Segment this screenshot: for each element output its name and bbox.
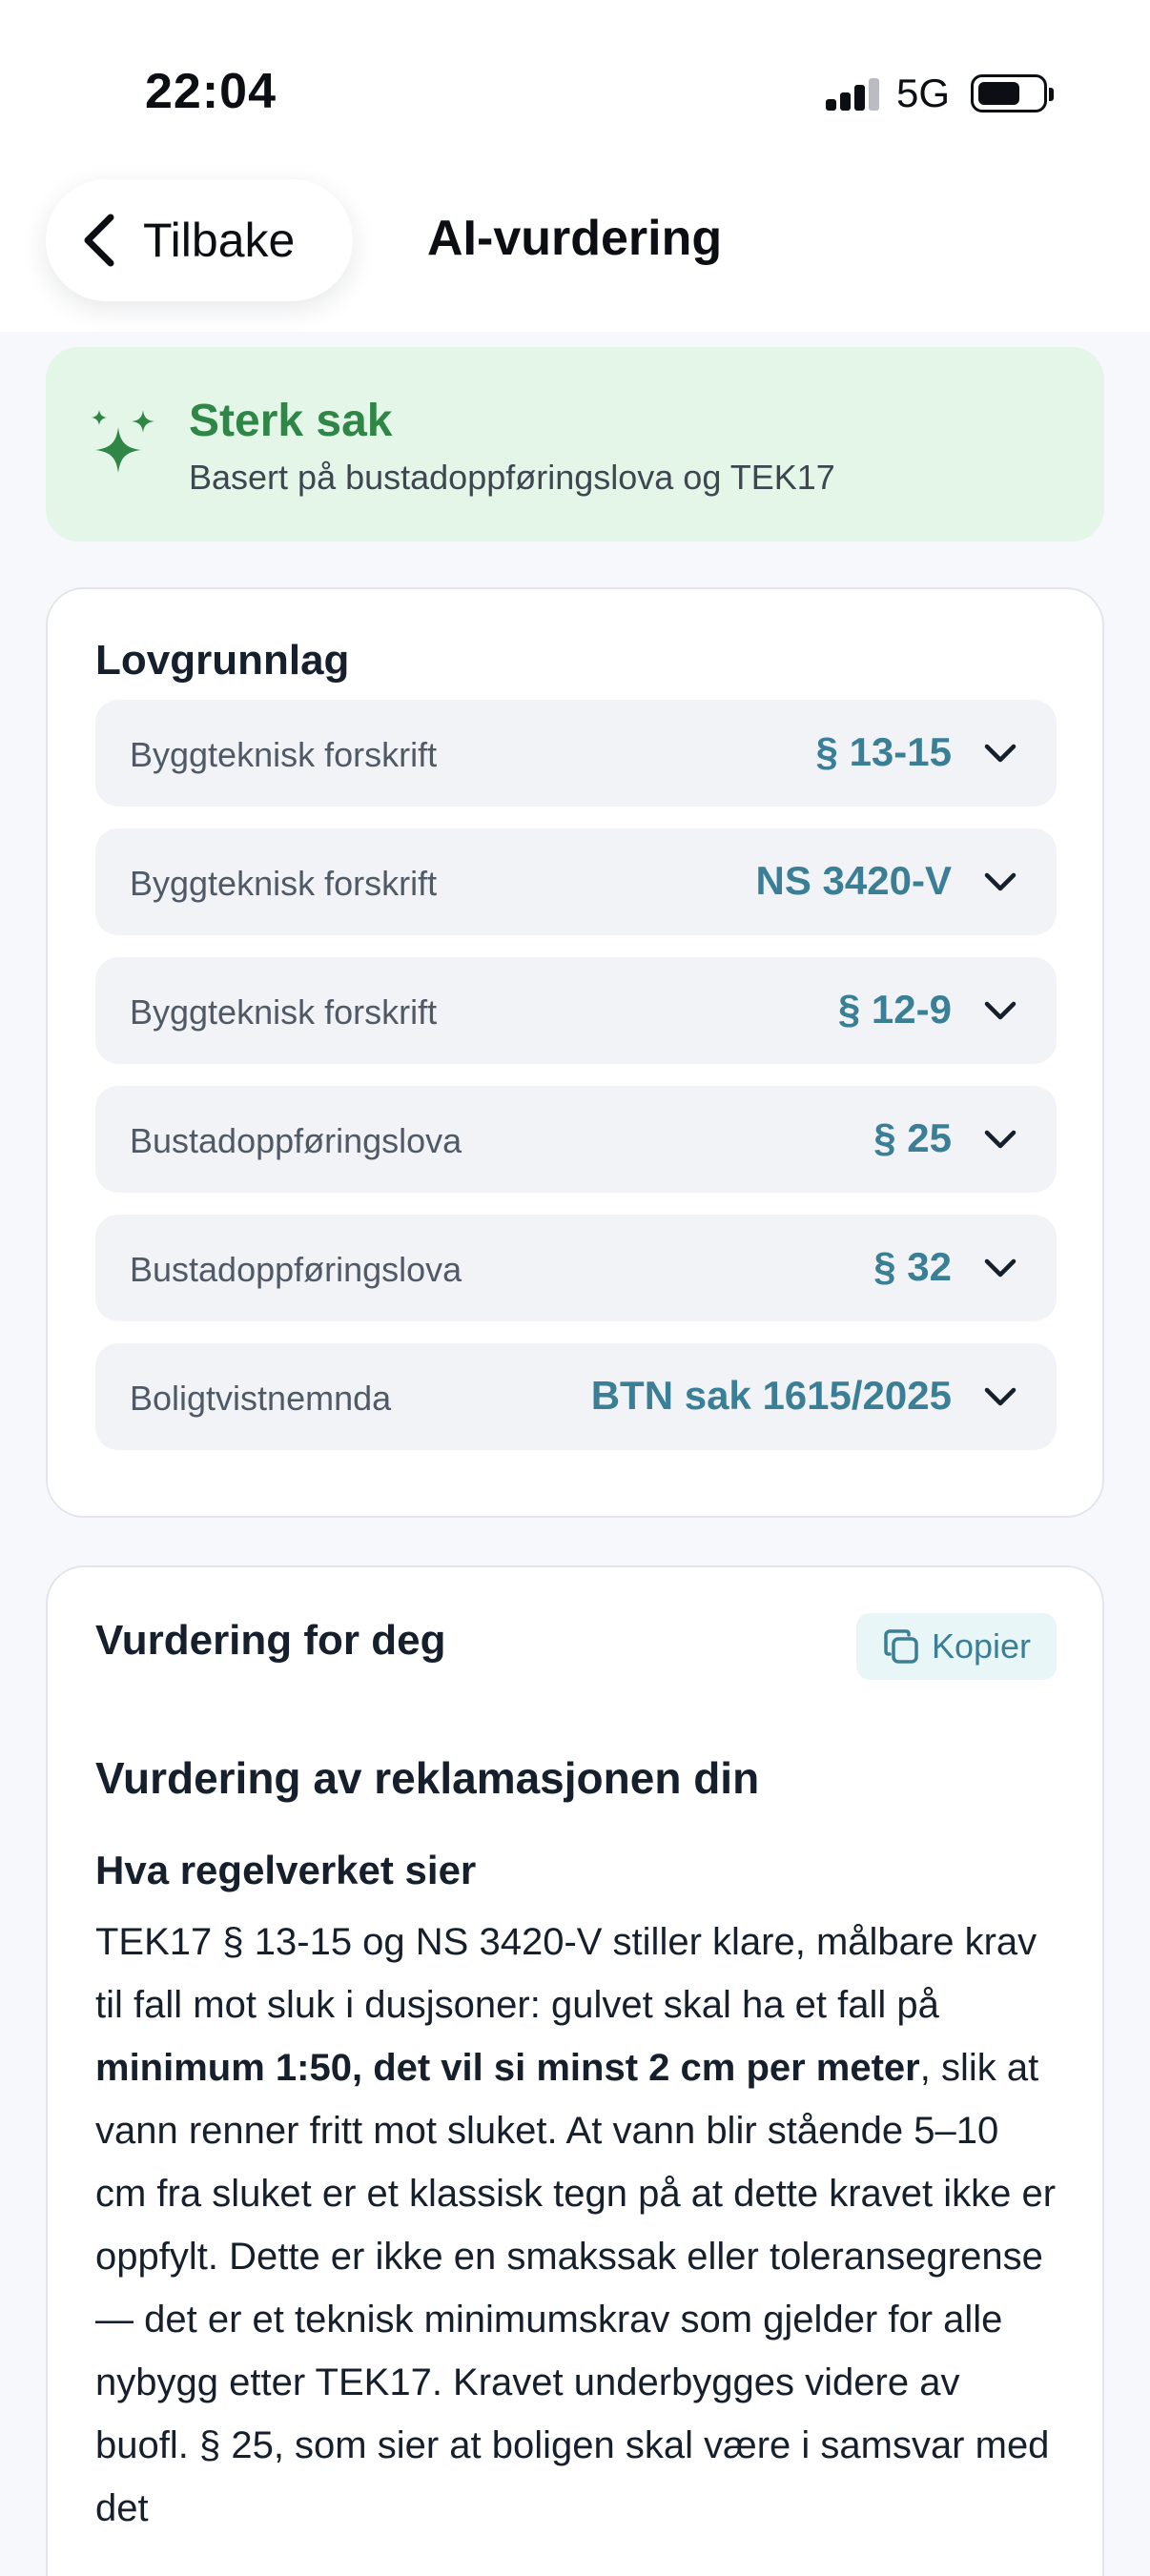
legal-basis-title: Lovgrunnlag <box>95 637 350 684</box>
paragraph-text: , slik at vann renner fritt mot sluket. … <box>95 2047 1057 2529</box>
legal-basis-item[interactable]: Byggteknisk forskrift § 13-15 <box>95 700 1057 807</box>
law-reference: § 13-15 <box>815 729 952 774</box>
legal-basis-card: Lovgrunnlag Byggteknisk forskrift § 13-1… <box>46 587 1104 1518</box>
case-strength-banner: Sterk sak Basert på bustadoppføringslova… <box>46 347 1104 542</box>
chevron-left-icon <box>84 214 114 267</box>
law-source: Bustadoppføringslova <box>130 1121 462 1160</box>
law-source: Byggteknisk forskrift <box>130 992 438 1032</box>
law-source: Boligtvistnemnda <box>130 1379 392 1418</box>
legal-basis-item[interactable]: Byggteknisk forskrift § 12-9 <box>95 957 1057 1064</box>
law-reference: § 12-9 <box>837 987 952 1032</box>
assessment-heading: Vurdering av reklamasjonen din <box>95 1753 760 1803</box>
paragraph-bold-text: minimum 1:50, det vil si minst 2 cm per … <box>95 2047 920 2089</box>
chevron-down-icon <box>984 744 1017 763</box>
assessment-title: Vurdering for deg <box>95 1617 446 1664</box>
section-heading: Hva regelverket sier <box>95 1848 477 1892</box>
law-reference: § 32 <box>873 1244 952 1289</box>
law-reference: § 25 <box>873 1115 952 1160</box>
chevron-down-icon <box>984 1001 1017 1020</box>
back-label: Tilbake <box>143 214 296 267</box>
network-label: 5G <box>896 71 951 115</box>
assessment-card: Vurdering for deg Kopier Vurdering av re… <box>46 1565 1104 2576</box>
chevron-down-icon <box>984 1387 1017 1406</box>
top-area: 22:04 5G Tilbake AI-vurdering <box>0 0 1150 332</box>
copy-label: Kopier <box>931 1626 1032 1666</box>
copy-icon <box>884 1629 918 1664</box>
legal-basis-item[interactable]: Boligtvistnemnda BTN sak 1615/2025 <box>95 1343 1057 1450</box>
sparkle-icon <box>92 410 154 473</box>
legal-basis-item[interactable]: Byggteknisk forskrift NS 3420-V <box>95 828 1057 935</box>
status-time: 22:04 <box>145 64 277 119</box>
copy-button[interactable]: Kopier <box>856 1613 1057 1680</box>
chevron-down-icon <box>984 1258 1017 1278</box>
legal-basis-item[interactable]: Bustadoppføringslova § 32 <box>95 1215 1057 1321</box>
law-source: Bustadoppføringslova <box>130 1250 462 1289</box>
back-button[interactable]: Tilbake <box>46 179 353 301</box>
legal-basis-item[interactable]: Bustadoppføringslova § 25 <box>95 1086 1057 1193</box>
banner-subtitle: Basert på bustadoppføringslova og TEK17 <box>189 458 835 497</box>
chevron-down-icon <box>984 1130 1017 1149</box>
law-reference: NS 3420-V <box>755 858 952 903</box>
law-reference: BTN sak 1615/2025 <box>590 1373 952 1418</box>
banner-title: Sterk sak <box>189 396 393 446</box>
law-source: Byggteknisk forskrift <box>130 864 438 903</box>
status-bar: 22:04 5G <box>0 0 1150 181</box>
law-source: Byggteknisk forskrift <box>130 735 438 774</box>
paragraph-text: TEK17 § 13-15 og NS 3420-V stiller klare… <box>95 1921 1037 2026</box>
page-title: AI-vurdering <box>427 211 723 266</box>
battery-icon <box>971 74 1054 112</box>
chevron-down-icon <box>984 872 1017 891</box>
assessment-paragraph: TEK17 § 13-15 og NS 3420-V stiller klare… <box>95 1911 1058 2540</box>
signal-icon <box>826 78 879 111</box>
